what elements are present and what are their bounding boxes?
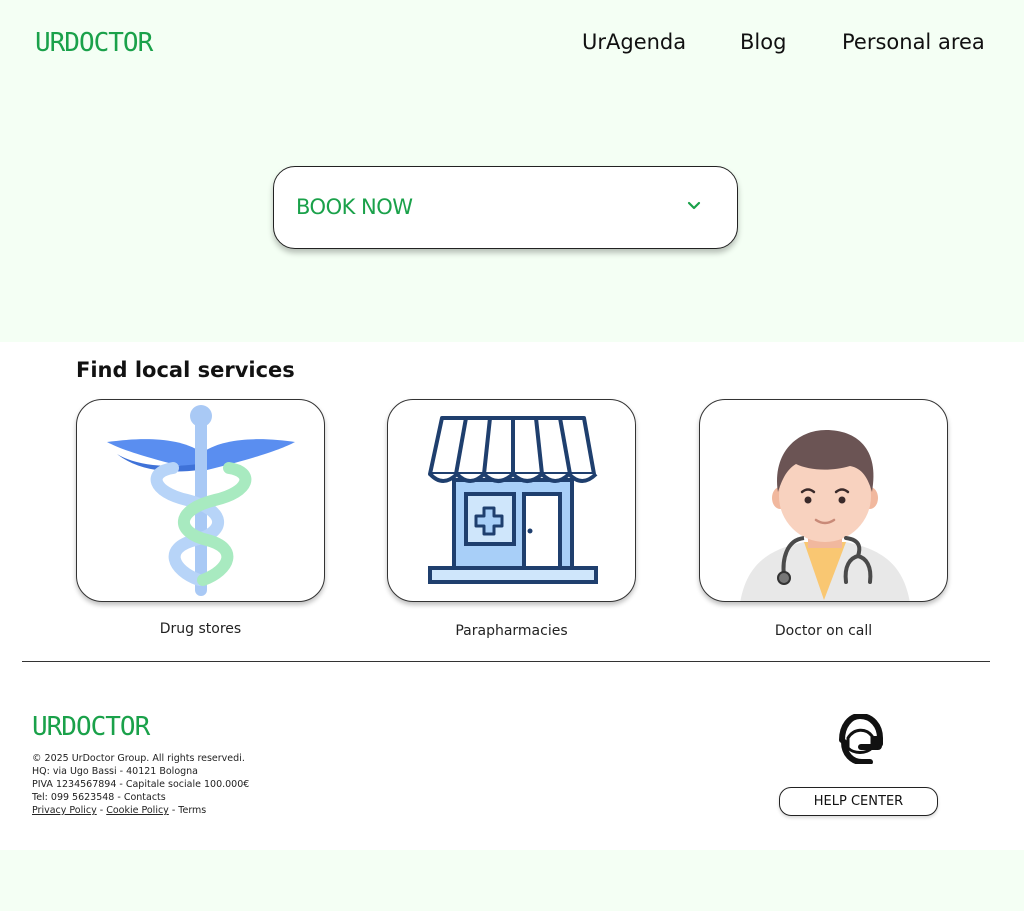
link-separator: - (168, 805, 179, 816)
section-title: Find local services (76, 358, 295, 382)
service-card-parapharmacies[interactable] (387, 399, 636, 602)
footer-legal: © 2025 UrDoctor Group. All rights reserv… (32, 752, 249, 817)
copyright-text: © 2025 UrDoctor Group. All rights reserv… (32, 753, 245, 764)
support-agent-icon (839, 714, 883, 764)
company-info: PIVA 1234567894 - Capitale sociale 100.0… (32, 779, 250, 790)
help-center-button[interactable]: HELP CENTER (779, 787, 938, 816)
service-card-drug-stores[interactable] (76, 399, 325, 602)
service-label-drug-stores[interactable]: Drug stores (76, 621, 325, 637)
pharmacy-store-icon (428, 416, 598, 584)
book-now-dropdown[interactable]: BOOK NOW (273, 166, 738, 249)
logo[interactable]: URDOCTOR (35, 28, 153, 58)
footer-logo[interactable]: URDOCTOR (32, 712, 150, 742)
chevron-down-icon (687, 201, 701, 210)
nav-personal-area[interactable]: Personal area (842, 30, 985, 54)
privacy-policy-link[interactable]: Privacy Policy (32, 805, 97, 816)
link-separator: - (96, 805, 107, 816)
footer-divider (22, 661, 990, 662)
book-now-label: BOOK NOW (296, 195, 413, 219)
contact-info: Tel: 099 5623548 - Contacts (32, 792, 166, 803)
hq-address: HQ: via Ugo Bassi - 40121 Bologna (32, 766, 198, 777)
legal-links: Privacy Policy - Cookie Policy - Terms (32, 804, 249, 817)
service-card-doctor-on-call[interactable] (699, 399, 948, 602)
service-label-doctor-on-call[interactable]: Doctor on call (699, 623, 948, 639)
nav-uragenda[interactable]: UrAgenda (582, 30, 686, 54)
nav-blog[interactable]: Blog (740, 30, 786, 54)
caduceus-icon (107, 405, 295, 596)
terms-link[interactable]: Terms (178, 805, 206, 816)
cookie-policy-link[interactable]: Cookie Policy (106, 805, 169, 816)
bottom-band (0, 850, 1024, 911)
doctor-icon (740, 430, 910, 601)
service-label-parapharmacies[interactable]: Parapharmacies (387, 623, 636, 639)
